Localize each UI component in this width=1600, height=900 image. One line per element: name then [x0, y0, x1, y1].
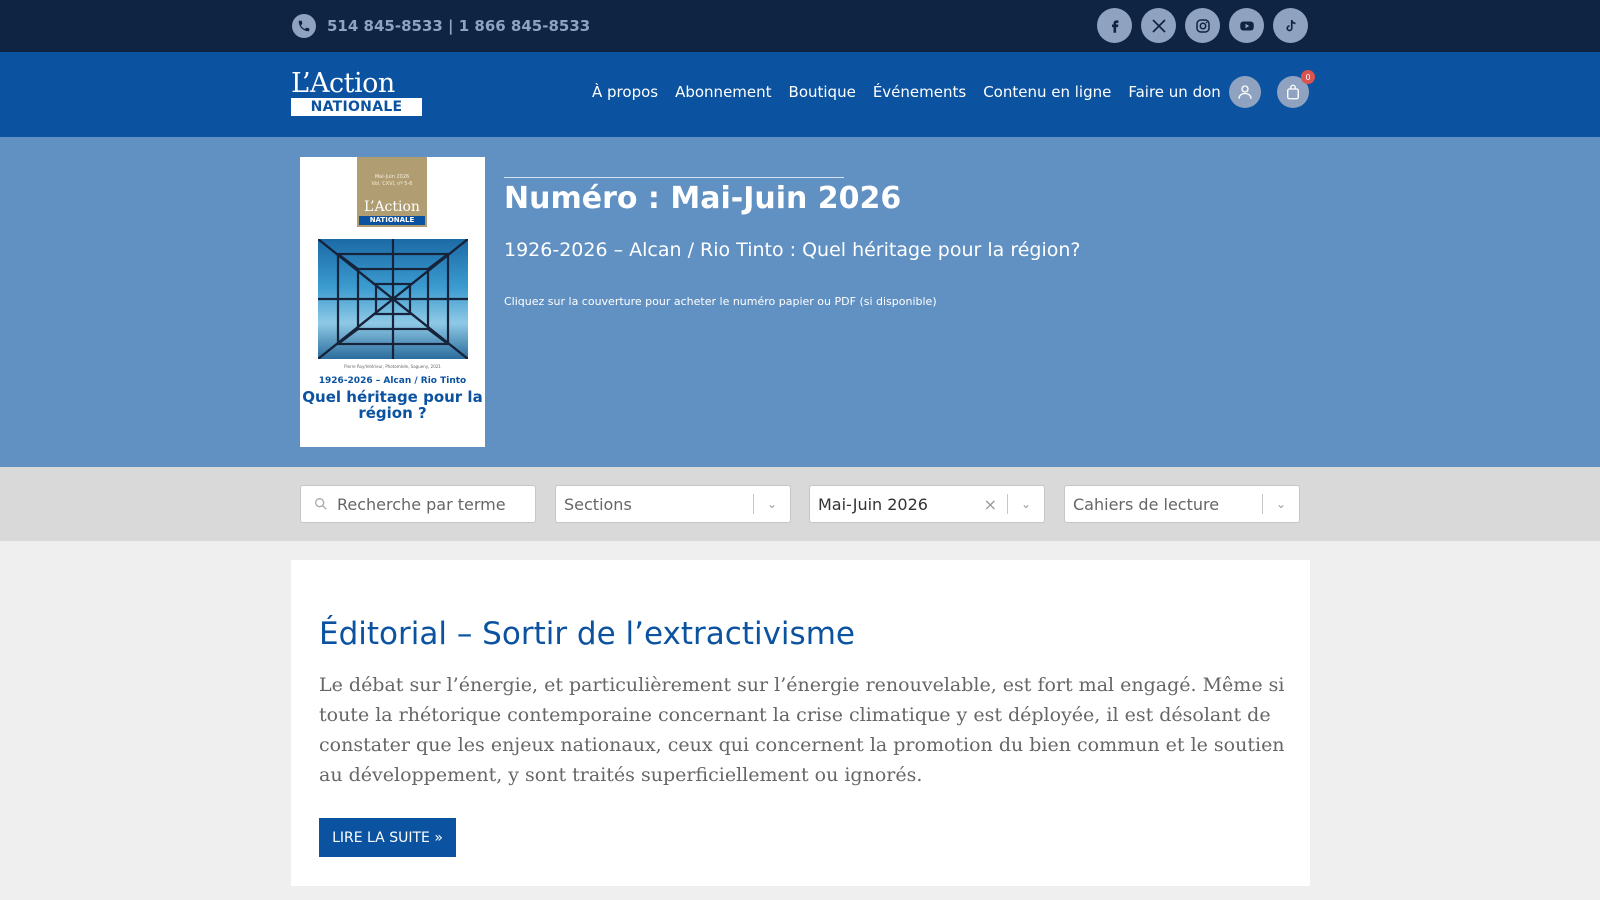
- nav-menu: À propos Abonnement Boutique Événements …: [592, 83, 1221, 101]
- cover-logo-line-2: NATIONALE: [359, 216, 425, 225]
- search-placeholder: Recherche par terme: [337, 494, 506, 514]
- cover-date: Mai-Juin 2026 Vol. CXVI, nº 5-6: [357, 174, 427, 188]
- youtube-icon[interactable]: [1229, 8, 1264, 43]
- sections-select-label: Sections: [564, 494, 632, 514]
- article-card: Éditorial – Sortir de l’extractivisme Le…: [291, 560, 1310, 886]
- cover-image-pylon: [318, 239, 468, 359]
- chevron-down-icon[interactable]: ⌄: [1273, 497, 1289, 511]
- social-links: [1097, 8, 1308, 43]
- tiktok-icon[interactable]: [1273, 8, 1308, 43]
- cart-count-badge: 0: [1301, 70, 1315, 84]
- issue-select[interactable]: Mai-Juin 2026 × ⌄: [809, 485, 1045, 523]
- user-icon: [1238, 85, 1252, 99]
- issue-title: Numéro : Mai-Juin 2026: [504, 181, 902, 216]
- cover-title: Quel héritage pour la région ?: [302, 388, 483, 422]
- account-button[interactable]: [1229, 76, 1261, 108]
- cover-header: Mai-Juin 2026 Vol. CXVI, nº 5-6 L’Action…: [357, 157, 427, 227]
- search-icon: [315, 498, 327, 510]
- article-title[interactable]: Éditorial – Sortir de l’extractivisme: [319, 616, 855, 652]
- instagram-icon[interactable]: [1185, 8, 1220, 43]
- phone-contact[interactable]: 514 845-8533 | 1 866 845-8533: [292, 14, 590, 38]
- chevron-down-icon[interactable]: ⌄: [1018, 497, 1034, 511]
- select-separator: [1007, 494, 1008, 514]
- nav-item-abonnement[interactable]: Abonnement: [675, 83, 771, 101]
- clear-icon[interactable]: ×: [984, 495, 997, 514]
- main-nav: L’Action NATIONALE À propos Abonnement B…: [0, 52, 1600, 137]
- sections-select[interactable]: Sections ⌄: [555, 485, 791, 523]
- article-excerpt: Le débat sur l’énergie, et particulièrem…: [319, 674, 1285, 786]
- phone-numbers[interactable]: 514 845-8533 | 1 866 845-8533: [327, 17, 590, 35]
- filter-bar: Recherche par terme Sections ⌄ Mai-Juin …: [0, 467, 1600, 541]
- cover-purchase-note: Cliquez sur la couverture pour acheter l…: [504, 295, 937, 308]
- logo-line-2: NATIONALE: [291, 98, 422, 116]
- top-bar: 514 845-8533 | 1 866 845-8533: [0, 0, 1600, 52]
- nav-item-boutique[interactable]: Boutique: [789, 83, 856, 101]
- issue-hero: Mai-Juin 2026 Vol. CXVI, nº 5-6 L’Action…: [0, 137, 1600, 467]
- read-more-button[interactable]: LIRE LA SUITE »: [319, 818, 456, 857]
- nav-item-faire-un-don[interactable]: Faire un don: [1128, 83, 1220, 101]
- phone-icon: [292, 14, 316, 38]
- shopping-bag-icon: [1287, 84, 1299, 100]
- title-rule: [504, 177, 844, 178]
- cover-subtitle: 1926-2026 – Alcan / Rio Tinto: [318, 376, 467, 386]
- x-icon[interactable]: [1141, 8, 1176, 43]
- issue-cover[interactable]: Mai-Juin 2026 Vol. CXVI, nº 5-6 L’Action…: [300, 157, 485, 447]
- chevron-down-icon[interactable]: ⌄: [764, 497, 780, 511]
- facebook-icon[interactable]: [1097, 8, 1132, 43]
- select-separator: [753, 494, 754, 514]
- nav-item-contenu-en-ligne[interactable]: Contenu en ligne: [983, 83, 1111, 101]
- search-input[interactable]: Recherche par terme: [300, 485, 536, 523]
- cover-volume-text: Vol. CXVI, nº 5-6: [371, 181, 413, 187]
- nav-item-evenements[interactable]: Événements: [873, 83, 966, 101]
- cahiers-select-label: Cahiers de lecture: [1073, 494, 1220, 514]
- cover-credit: Pierre Roy/Intérieur, Photomède, Sagueny…: [344, 364, 441, 369]
- cover-logo-line-1: L’Action: [364, 199, 420, 215]
- logo-line-1: L’Action: [291, 68, 395, 99]
- cover-date-text: Mai-Juin 2026: [374, 174, 410, 180]
- cahiers-select[interactable]: Cahiers de lecture ⌄: [1064, 485, 1300, 523]
- select-separator: [1262, 494, 1263, 514]
- nav-item-a-propos[interactable]: À propos: [592, 83, 658, 101]
- issue-subtitle: 1926-2026 – Alcan / Rio Tinto : Quel hér…: [504, 239, 1081, 261]
- site-logo[interactable]: L’Action NATIONALE: [291, 70, 422, 120]
- issue-select-value: Mai-Juin 2026: [818, 494, 928, 514]
